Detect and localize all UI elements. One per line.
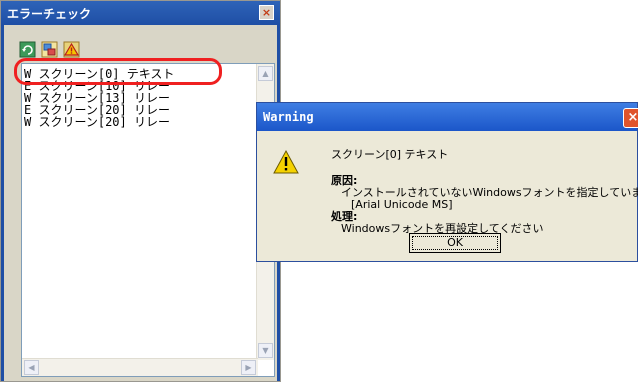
panel-title: エラーチェック <box>7 7 92 21</box>
scroll-up-icon[interactable]: ▲ <box>258 66 273 81</box>
scroll-left-icon[interactable]: ◀ <box>24 360 39 375</box>
ok-button[interactable]: OK <box>409 233 501 253</box>
selected-item-highlight <box>14 58 222 85</box>
scroll-down-icon[interactable]: ▼ <box>258 343 273 358</box>
dialog-title: Warning <box>263 110 314 124</box>
jump-icon[interactable] <box>41 41 58 58</box>
horizontal-scrollbar[interactable]: ◀ ▶ <box>22 358 258 376</box>
panel-titlebar: エラーチェック × <box>1 1 280 25</box>
warning-filter-icon[interactable] <box>63 41 80 58</box>
error-list[interactable]: W スクリーン[0] テキスト E スクリーン[10] リレー W スクリーン[… <box>21 63 275 377</box>
warning-dialog: Warning × スクリーン[0] テキスト 原因: インストールされていない… <box>256 102 638 262</box>
dialog-close-button[interactable]: × <box>623 108 638 128</box>
scroll-right-icon[interactable]: ▶ <box>241 360 256 375</box>
refresh-icon[interactable] <box>19 41 36 58</box>
font-name: [Arial Unicode MS] <box>351 198 453 211</box>
panel-close-button[interactable]: × <box>259 5 274 20</box>
list-item[interactable]: W スクリーン[20] リレー <box>24 116 170 128</box>
panel-left-border <box>1 25 4 381</box>
warning-icon <box>273 149 299 175</box>
dialog-subject: スクリーン[0] テキスト <box>331 148 449 161</box>
dialog-titlebar: Warning × <box>257 103 638 131</box>
